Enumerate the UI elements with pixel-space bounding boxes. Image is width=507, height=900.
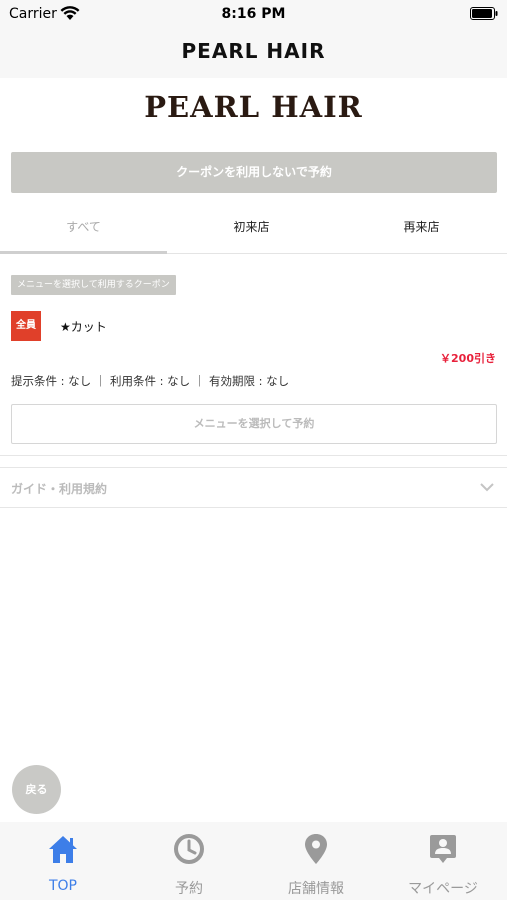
coupon-tabs: すべて 初来店 再来店 [0, 207, 507, 254]
bottom-tab-label: マイページ [408, 881, 478, 897]
target-badge: 全員 [11, 311, 41, 341]
tab-return-visit[interactable]: 再来店 [336, 207, 507, 253]
status-bar: Carrier 8:16 PM [0, 0, 507, 28]
select-menu-reserve-button[interactable]: メニューを選択して予約 [11, 404, 497, 444]
salon-logo: PEARL HAIR [144, 90, 363, 124]
active-tab-indicator [0, 251, 167, 254]
map-pin-icon [305, 834, 327, 864]
bottom-tab-mypage[interactable]: マイページ [380, 822, 506, 900]
chevron-down-icon [480, 483, 494, 492]
guide-terms-row[interactable]: ガイド・利用規約 [0, 467, 507, 508]
navigation-bar: PEARL HAIR [0, 28, 507, 78]
clock-icon [174, 834, 204, 864]
reserve-without-coupon-button[interactable]: クーポンを利用しないで予約 [11, 152, 497, 193]
tab-all[interactable]: すべて [0, 207, 167, 253]
nav-title: PEARL HAIR [181, 39, 326, 63]
discount-amount: ￥200引き [440, 352, 496, 365]
back-button[interactable]: 戻る [12, 765, 61, 814]
home-icon [49, 836, 77, 863]
bottom-tab-reserve[interactable]: 予約 [126, 822, 252, 900]
guide-label: ガイド・利用規約 [11, 482, 108, 496]
section-divider [0, 455, 507, 456]
bottom-tab-label: TOP [48, 878, 77, 894]
profile-icon [430, 835, 456, 863]
coupon-type-tag: メニューを選択して利用するクーポン [11, 275, 176, 295]
bottom-tab-bar: TOP 予約 店舗情報 マイページ [0, 822, 507, 900]
bottom-tab-shop-info[interactable]: 店舗情報 [253, 822, 379, 900]
bottom-tab-label: 予約 [175, 881, 203, 897]
bottom-tab-label: 店舗情報 [288, 881, 344, 897]
tab-first-visit[interactable]: 初来店 [167, 207, 336, 253]
coupon-title: ★カット [60, 320, 107, 334]
coupon-conditions: 提示条件 : なし ｜ 利用条件 : なし ｜ 有効期限 : なし [11, 374, 290, 388]
clock-time: 8:16 PM [221, 6, 286, 22]
bottom-tab-top[interactable]: TOP [0, 822, 126, 900]
battery-icon [470, 7, 498, 20]
